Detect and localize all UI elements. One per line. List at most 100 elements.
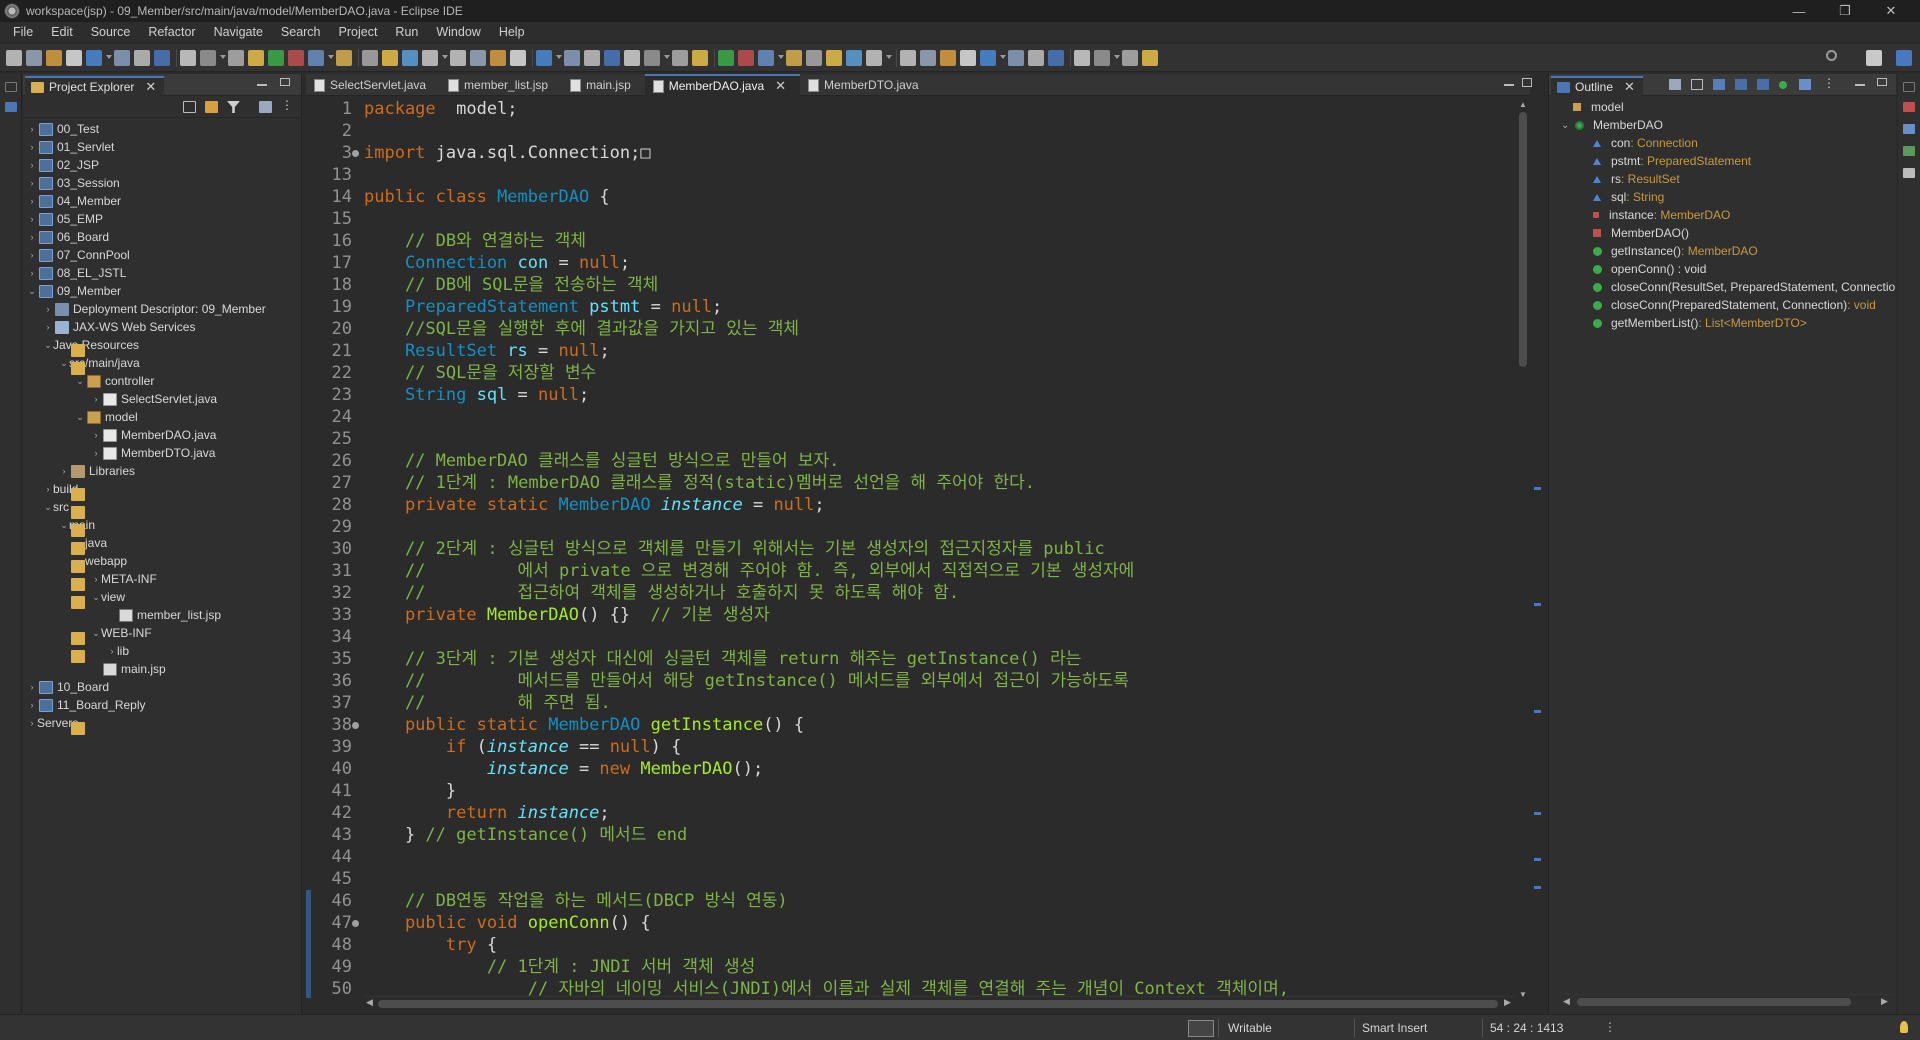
debug-icon[interactable] — [154, 50, 170, 66]
outline-item[interactable]: sql : String — [1549, 188, 1895, 206]
code-line[interactable]: 29 — [306, 516, 1516, 538]
tree-item[interactable]: ⌄main — [23, 516, 302, 537]
chevron-down-icon[interactable] — [778, 55, 784, 59]
chevron-right-icon[interactable]: › — [91, 394, 101, 404]
tree-item[interactable]: › 11_Board_Reply — [23, 696, 302, 714]
tree-item[interactable]: ⌄ 09_Member — [23, 282, 302, 300]
redo-icon[interactable] — [738, 50, 754, 66]
outline-item[interactable]: MemberDAO() — [1549, 224, 1895, 242]
minimize-icon[interactable] — [1855, 78, 1865, 86]
outline-hscroll[interactable]: ◀ ▶ — [1559, 994, 1895, 1008]
tree-item[interactable]: ⌄ Java Resources — [23, 336, 302, 357]
save-all-icon[interactable] — [46, 50, 62, 66]
overview-marker[interactable] — [1534, 487, 1541, 490]
tree-item[interactable]: › 10_Board — [23, 678, 302, 696]
chevron-right-icon[interactable]: › — [27, 214, 37, 224]
code-line[interactable]: 16 // DB와 연결하는 객체 — [306, 230, 1516, 252]
new-icon[interactable] — [644, 50, 660, 66]
chevron-down-icon[interactable]: ⌄ — [75, 376, 85, 387]
tree-item[interactable]: member_list.jsp — [23, 606, 302, 624]
code-line[interactable]: 21 ResultSet rs = null; — [306, 340, 1516, 362]
outline-item[interactable]: ⌄ MemberDAO — [1549, 116, 1895, 134]
skip-icon[interactable] — [336, 50, 352, 66]
terminate-icon[interactable] — [866, 50, 882, 66]
code-line[interactable]: 19 PreparedStatement pstmt = null; — [306, 296, 1516, 318]
chevron-right-icon[interactable]: › — [43, 484, 53, 494]
tree-item[interactable]: ⌄ WEB-INF — [23, 624, 302, 645]
back-icon[interactable] — [564, 50, 580, 66]
chevron-down-icon[interactable] — [1114, 55, 1120, 59]
chevron-right-icon[interactable]: › — [107, 646, 117, 656]
project-explorer-icon[interactable] — [5, 102, 17, 112]
step-over-icon[interactable] — [268, 50, 284, 66]
chevron-down-icon[interactable] — [664, 55, 670, 59]
code-line[interactable]: 37 // 해 주면 됨. — [306, 692, 1516, 714]
chevron-down-icon[interactable]: ⌄ — [43, 340, 53, 351]
code-line[interactable]: 13 — [306, 164, 1516, 186]
code-line[interactable]: 1 package model; — [306, 98, 1516, 120]
tree-item[interactable]: ⌄ view — [23, 588, 302, 609]
chevron-right-icon[interactable]: › — [27, 700, 37, 710]
tip-bulb-icon[interactable] — [1900, 1021, 1908, 1033]
tab-project-explorer[interactable]: Project Explorer ✕ — [25, 76, 165, 96]
editor-tab[interactable]: member_list.jsp — [440, 74, 562, 96]
suspend-icon[interactable] — [200, 50, 216, 66]
undo-icon[interactable] — [718, 50, 734, 66]
console-icon[interactable] — [1903, 124, 1915, 134]
tree-item[interactable]: › Servers — [23, 714, 302, 735]
close-icon[interactable]: ✕ — [1624, 79, 1635, 95]
insert-mode-icon[interactable] — [1188, 1020, 1214, 1037]
chevron-right-icon[interactable]: › — [27, 124, 37, 134]
menu-project[interactable]: Project — [330, 25, 387, 39]
search-icon[interactable] — [536, 50, 552, 66]
chevron-down-icon[interactable]: ⌄ — [43, 502, 53, 513]
save-icon[interactable] — [672, 50, 688, 66]
step-over-icon[interactable] — [920, 50, 936, 66]
outline-item[interactable]: rs : ResultSet — [1549, 170, 1895, 188]
code-line[interactable]: 44 — [306, 846, 1516, 868]
run-icon[interactable] — [1094, 50, 1110, 66]
editor-tab[interactable]: main.jsp — [562, 74, 645, 96]
close-icon[interactable]: ✕ — [775, 78, 786, 94]
chevron-down-icon[interactable] — [220, 55, 226, 59]
hide-static-icon[interactable] — [1735, 79, 1747, 90]
chevron-down-icon[interactable]: ⌄ — [59, 520, 69, 531]
tree-item[interactable]: › MemberDTO.java — [23, 444, 302, 462]
code-line[interactable]: 30 // 2단계 : 싱글턴 방식으로 객체를 만들기 위해서는 기본 생성자… — [306, 538, 1516, 560]
link-with-editor-icon[interactable] — [205, 101, 218, 113]
menu-window[interactable]: Window — [427, 25, 489, 39]
open-type-icon[interactable] — [362, 50, 378, 66]
view-menu-icon[interactable]: ⋮ — [281, 98, 293, 112]
code-line[interactable]: 15 — [306, 208, 1516, 230]
forward-icon[interactable] — [584, 50, 600, 66]
tree-item[interactable]: › 04_Member — [23, 192, 302, 210]
scroll-left-icon[interactable]: ◀ — [366, 997, 373, 1008]
chevron-down-icon[interactable]: ⌄ — [91, 592, 101, 603]
outline-item[interactable]: closeConn(ResultSet, PreparedStatement, … — [1549, 278, 1895, 296]
code-line[interactable]: 3 import java.sql.Connection;□ — [306, 142, 1516, 164]
code-line[interactable]: 34 — [306, 626, 1516, 648]
code-line[interactable]: 41 } — [306, 780, 1516, 802]
restore-view-icon[interactable] — [5, 82, 17, 92]
chevron-right-icon[interactable]: › — [27, 682, 37, 692]
step-into-icon[interactable] — [900, 50, 916, 66]
chevron-right-icon[interactable]: › — [27, 232, 37, 242]
drop-frame-icon[interactable] — [960, 50, 976, 66]
run-icon[interactable] — [450, 50, 466, 66]
chevron-right-icon[interactable]: › — [27, 178, 37, 188]
outline-item[interactable]: openConn() : void — [1549, 260, 1895, 278]
code-line[interactable]: 24 — [306, 406, 1516, 428]
menu-file[interactable]: File — [4, 25, 42, 39]
code-line[interactable]: 50 // 자바의 네이밍 서비스(JNDI)에서 이름과 실제 객체를 연결해… — [306, 978, 1516, 998]
print-icon[interactable] — [114, 50, 130, 66]
tree-item[interactable]: ⌄ model — [23, 408, 302, 426]
tree-item[interactable]: › 00_Test — [23, 120, 302, 138]
code-line[interactable]: 36 // 메서드를 만들어서 해당 getInstance() 메서드를 외부… — [306, 670, 1516, 692]
filter-icon[interactable] — [227, 101, 240, 113]
code-line[interactable]: 18 // DB에 SQL문을 전송하는 객체 — [306, 274, 1516, 296]
code-line[interactable]: 26 // MemberDAO 클래스를 싱글턴 방식으로 만들어 보자. — [306, 450, 1516, 472]
code-line[interactable]: 43 } // getInstance() 메서드 end — [306, 824, 1516, 846]
chevron-right-icon[interactable]: › — [27, 250, 37, 260]
maximize-icon[interactable] — [280, 78, 290, 86]
editor-tab[interactable]: SelectServlet.java — [306, 74, 440, 96]
